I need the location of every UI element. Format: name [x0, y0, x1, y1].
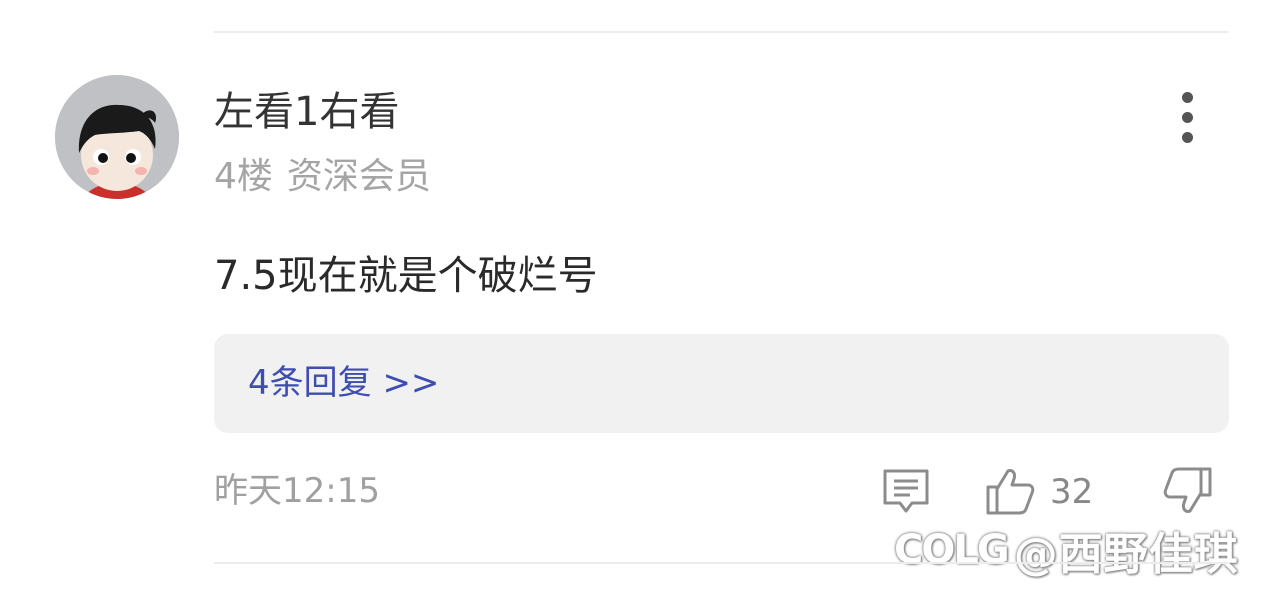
thumbs-up-icon [986, 469, 1035, 515]
replies-box[interactable]: 4条回复 >> [214, 334, 1229, 433]
dislike-button[interactable] [1162, 465, 1214, 517]
view-replies-link[interactable]: 4条回复 >> [248, 360, 439, 406]
comment-icon [883, 469, 929, 513]
floor-number: 4楼 [214, 156, 273, 197]
top-divider [214, 31, 1228, 33]
watermark-logo: COLG [894, 527, 1010, 573]
more-vertical-icon [1182, 92, 1193, 103]
more-vertical-icon-dot [1182, 112, 1193, 123]
watermark: COLG @西野佳琪 [894, 520, 1239, 580]
comment-button[interactable] [880, 465, 932, 517]
timestamp: 昨天12:15 [214, 471, 380, 511]
more-vertical-icon-dot [1182, 132, 1193, 143]
user-meta: 4楼 资深会员 [214, 153, 431, 201]
thumbs-down-icon [1163, 467, 1212, 513]
more-options-button[interactable] [1170, 88, 1206, 148]
bottom-divider [214, 562, 1228, 564]
avatar[interactable] [55, 75, 179, 199]
comment-text: 7.5现在就是个破烂号 [214, 253, 598, 299]
watermark-text: @西野佳琪 [1013, 529, 1239, 580]
like-button[interactable] [984, 465, 1036, 517]
like-count: 32 [1050, 472, 1094, 512]
avatar-illustration [55, 75, 179, 199]
member-rank: 资深会员 [286, 156, 431, 197]
username[interactable]: 左看1右看 [214, 86, 399, 138]
